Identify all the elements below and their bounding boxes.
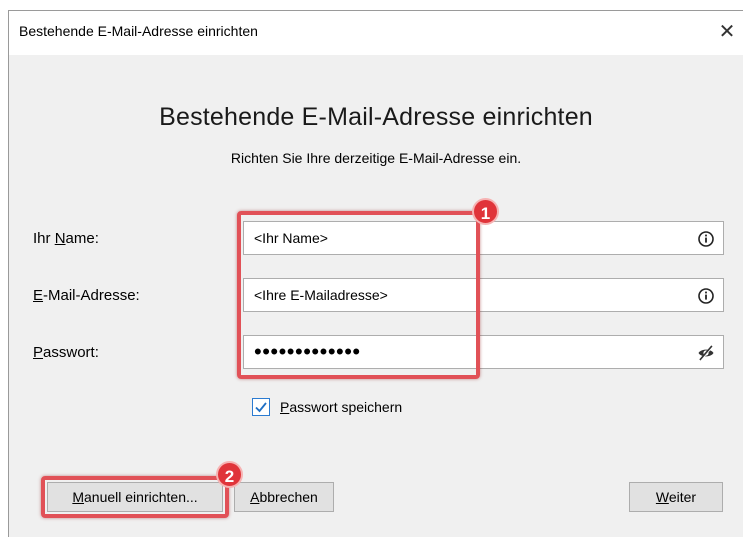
eye-slash-icon[interactable]: [697, 344, 715, 362]
highlight-box-2: [41, 476, 229, 518]
info-icon[interactable]: [697, 287, 715, 305]
email-label: E-Mail-Adresse:: [33, 287, 140, 304]
password-label: Passwort:: [33, 344, 99, 361]
checkmark-icon: [255, 402, 267, 413]
save-password-label[interactable]: Passwort speichern: [280, 399, 402, 415]
step-badge-2: 2: [216, 461, 243, 488]
step-badge-1: 1: [472, 198, 499, 225]
window-title: Bestehende E-Mail-Adresse einrichten: [19, 23, 258, 39]
save-password-checkbox[interactable]: [252, 398, 270, 416]
page-subtitle: Richten Sie Ihre derzeitige E-Mail-Adres…: [230, 150, 522, 166]
page-title: Bestehende E-Mail-Adresse einrichten: [159, 103, 593, 131]
title-bar: Bestehende E-Mail-Adresse einrichten ✕: [9, 11, 743, 55]
info-icon[interactable]: [697, 230, 715, 248]
cancel-button[interactable]: Abbrechen: [234, 482, 334, 512]
dialog-window: Bestehende E-Mail-Adresse einrichten ✕ B…: [8, 10, 743, 537]
close-icon[interactable]: ✕: [711, 17, 743, 47]
highlight-box-1: [237, 211, 480, 379]
name-label: Ihr Name:: [33, 230, 99, 247]
next-button[interactable]: Weiter: [629, 482, 723, 512]
